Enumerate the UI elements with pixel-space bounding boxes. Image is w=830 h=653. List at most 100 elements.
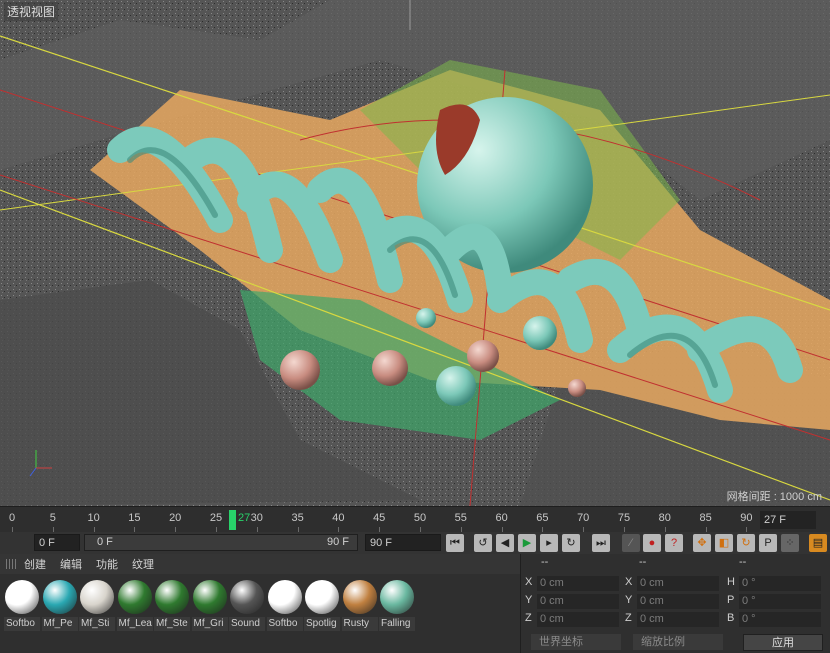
next-key-icon[interactable]: ↻: [562, 534, 580, 552]
coord-row: Z 0 cm Z 0 cm B 0 °: [521, 612, 830, 630]
menu-create[interactable]: 创建: [24, 556, 46, 572]
range-end-label: 90 F: [326, 536, 349, 548]
start-frame-field[interactable]: 0 F: [34, 534, 80, 551]
next-frame-icon[interactable]: ▸: [540, 534, 558, 552]
playhead[interactable]: [229, 510, 236, 530]
ruler-tick-label: 30: [250, 512, 263, 524]
goto-end-icon[interactable]: ⏭: [592, 534, 610, 552]
position-header: --: [541, 556, 549, 568]
material-preview-icon: [5, 580, 39, 614]
coord-value-field[interactable]: 0 °: [739, 594, 821, 609]
goto-start-icon[interactable]: ⏮: [446, 534, 464, 552]
end-frame-field[interactable]: 90 F: [365, 534, 441, 551]
perspective-viewport[interactable]: 透视视图 网格间距 : 1000 cm: [0, 0, 830, 506]
ruler-tick-label: 45: [373, 512, 386, 524]
menu-function[interactable]: 功能: [96, 556, 118, 572]
ruler-tick-label: 65: [536, 512, 549, 524]
key-parameter-icon[interactable]: P: [759, 534, 777, 552]
material-list: Softbo Mf_Pe Mf_Sti Mf_Lea Mf_Ste Mf_Gri Sound…: [4, 578, 417, 631]
menu-texture[interactable]: 纹理: [132, 556, 154, 572]
coord-value-field[interactable]: 0 °: [739, 612, 821, 627]
grid-spacing-readout: 网格间距 : 1000 cm: [726, 491, 822, 503]
scale-dropdown[interactable]: 缩放比例: [633, 634, 723, 650]
ruler-tick-label: 80: [658, 512, 671, 524]
material-swatch[interactable]: Mf_Lea: [116, 578, 153, 631]
coord-row: X 0 cm X 0 cm H 0 °: [521, 576, 830, 594]
ruler-tick-label: 70: [577, 512, 590, 524]
material-name: Softbo: [4, 617, 40, 631]
size-header: --: [639, 556, 647, 568]
ruler-tick-label: 85: [699, 512, 712, 524]
cinema4d-app: 透视视图 网格间距 : 1000 cm 0 5 10 15 20 25 30 35 40 45 50…: [0, 0, 830, 653]
material-preview-icon: [42, 580, 77, 614]
ruler-tick-label: 0: [8, 512, 16, 524]
material-swatch[interactable]: Mf_Pe: [41, 578, 78, 631]
timeline-menu-icon[interactable]: ▤: [809, 534, 827, 552]
ruler-tick-label: 35: [291, 512, 304, 524]
material-swatch[interactable]: Sound: [229, 578, 265, 631]
material-swatch[interactable]: Rusty: [341, 578, 378, 631]
panel-grip-icon[interactable]: [6, 559, 16, 569]
material-swatch[interactable]: Softbo: [266, 578, 303, 631]
material-preview-icon: [80, 580, 114, 614]
material-swatch[interactable]: Mf_Gri: [191, 578, 228, 631]
coord-value-field[interactable]: 0 cm: [637, 576, 719, 591]
ruler-tick-label: 10: [87, 512, 100, 524]
material-name: Spotlig: [304, 617, 340, 631]
ruler-tick-label: 5: [49, 512, 56, 524]
autokey-icon[interactable]: ?: [665, 534, 683, 552]
material-preview-icon: [342, 580, 377, 614]
material-name: Mf_Pe: [41, 617, 78, 631]
apply-button[interactable]: 应用: [743, 634, 823, 651]
material-preview-icon: [155, 580, 189, 614]
frame-ruler[interactable]: 0 5 10 15 20 25 30 35 40 45 50 55 60 65 70 75 80 85 90: [0, 507, 758, 533]
key-position-icon[interactable]: ✥: [693, 534, 711, 552]
ruler-tick-label: 25: [209, 512, 223, 524]
coord-axis-label: Y: [525, 594, 533, 606]
record-disabled-icon[interactable]: ⁄: [622, 534, 640, 552]
material-swatch[interactable]: Spotlig: [304, 578, 340, 631]
coord-axis-label: X: [625, 576, 633, 588]
current-frame-field[interactable]: 27 F: [760, 511, 816, 529]
coord-axis-label: B: [727, 612, 735, 624]
material-swatch[interactable]: Mf_Sti: [79, 578, 115, 631]
key-rotation-icon[interactable]: ↻: [737, 534, 755, 552]
frame-range-slider[interactable]: 0 F 90 F: [84, 534, 358, 551]
ruler-tick-label: 55: [454, 512, 467, 524]
material-name: Rusty: [341, 617, 378, 631]
coord-value-field[interactable]: 0 cm: [537, 612, 619, 627]
prev-key-icon[interactable]: ↺: [474, 534, 492, 552]
ruler-tick-label: 40: [332, 512, 345, 524]
material-preview-icon: [380, 580, 414, 614]
ruler-tick-label: 50: [413, 512, 427, 524]
key-pla-icon[interactable]: ⁘: [781, 534, 799, 552]
coord-value-field[interactable]: 0 cm: [637, 612, 719, 627]
coord-value-field[interactable]: 0 cm: [637, 594, 719, 609]
coord-axis-label: Z: [525, 612, 532, 624]
material-name: Mf_Ste: [154, 617, 190, 631]
viewport-title[interactable]: 透视视图: [4, 2, 59, 21]
material-name: Sound: [229, 617, 265, 631]
world-coords-dropdown[interactable]: 世界坐标: [531, 634, 621, 650]
record-keys-icon[interactable]: ●: [643, 534, 661, 552]
material-swatch[interactable]: Mf_Ste: [154, 578, 190, 631]
ruler-tick-label: 60: [495, 512, 508, 524]
coord-value-field[interactable]: 0 °: [739, 576, 821, 591]
coord-value-field[interactable]: 0 cm: [537, 594, 619, 609]
key-scale-icon[interactable]: ◧: [715, 534, 733, 552]
material-name: Falling: [379, 617, 415, 631]
scene-render: [0, 0, 830, 506]
material-swatch[interactable]: Falling: [379, 578, 415, 631]
timeline-ruler[interactable]: 0 5 10 15 20 25 30 35 40 45 50 55 60 65 70 75 80 85 90 27 …: [0, 506, 830, 533]
transport-bar: 0 F 0 F 90 F 90 F ⏮ ↺ ◀ ▶ ▸ ↻ ⏭ ⁄ ● ? ✥ …: [0, 532, 830, 554]
material-name: Mf_Gri: [191, 617, 228, 631]
material-swatch[interactable]: Softbo: [4, 578, 40, 631]
ruler-tick-label: 90: [740, 512, 753, 524]
material-name: Softbo: [266, 617, 303, 631]
menu-edit[interactable]: 编辑: [60, 556, 82, 572]
prev-frame-icon[interactable]: ◀: [496, 534, 514, 552]
coord-row: Y 0 cm Y 0 cm P 0 °: [521, 594, 830, 612]
play-icon[interactable]: ▶: [518, 534, 536, 552]
coord-value-field[interactable]: 0 cm: [537, 576, 619, 591]
ruler-tick-label: 20: [169, 512, 182, 524]
